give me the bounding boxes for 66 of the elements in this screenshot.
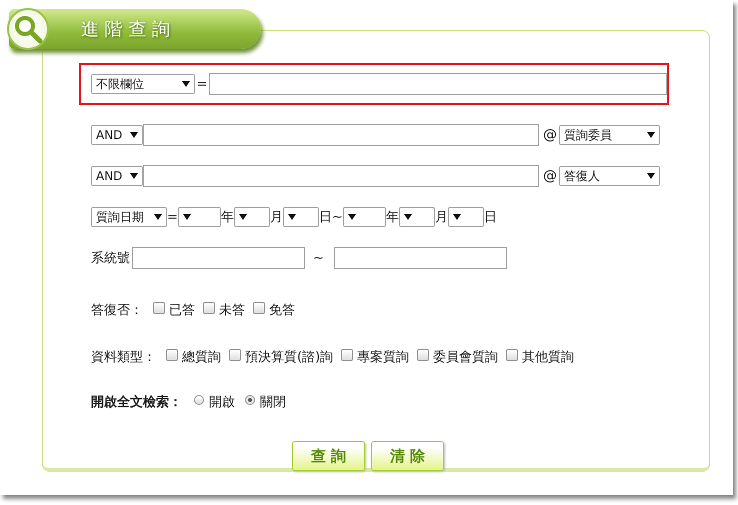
date-dropdown[interactable] — [282, 207, 319, 227]
logic-dropdown[interactable]: AND — [91, 125, 143, 145]
checkbox-label: 委員會質詢 — [433, 349, 498, 366]
equals-sign: = — [167, 210, 178, 224]
caret-icon — [452, 214, 461, 220]
date-dropdown[interactable] — [234, 207, 270, 227]
date-dropdown[interactable] — [398, 207, 435, 227]
search-icon — [13, 14, 43, 44]
checkbox[interactable] — [166, 349, 178, 361]
clear-button[interactable]: 清 除 — [371, 441, 444, 471]
radio-label: 關閉 — [260, 394, 286, 411]
caret-icon — [182, 214, 191, 220]
caret-icon — [348, 214, 356, 220]
checkbox-label: 未答 — [219, 302, 245, 319]
keyword-field[interactable] — [143, 124, 539, 146]
caret-icon — [404, 214, 412, 220]
date-unit: 月 — [434, 209, 448, 226]
logic-dropdown[interactable]: AND — [91, 166, 143, 186]
keyword-field[interactable] — [143, 165, 539, 187]
scope-dropdown[interactable]: 質詢委員 — [559, 125, 660, 145]
checkbox[interactable] — [417, 349, 430, 361]
checkbox-label: 專案質詢 — [357, 349, 410, 366]
checkbox-label: 已答 — [169, 302, 195, 319]
caret-icon — [182, 81, 190, 87]
checkbox[interactable] — [506, 349, 518, 361]
page-title: 進 階 查 詢 — [81, 18, 170, 41]
checkbox-label: 總質詢 — [182, 349, 221, 366]
checkbox[interactable] — [203, 302, 215, 314]
serial-field[interactable] — [132, 247, 305, 269]
checkbox-label: 其他質詢 — [522, 349, 574, 366]
keyword-field[interactable] — [209, 73, 667, 95]
checkbox-label: 免答 — [269, 302, 295, 319]
checkbox[interactable] — [153, 302, 165, 314]
caret-icon — [288, 214, 296, 220]
row-label: 資料類型： — [91, 349, 156, 366]
date-unit: 日~ — [318, 209, 343, 226]
date-dropdown[interactable] — [178, 207, 221, 227]
checkbox[interactable] — [253, 302, 265, 314]
radio-button[interactable] — [245, 395, 255, 405]
date-unit: 日 — [484, 209, 497, 226]
date-unit: 月 — [270, 209, 283, 226]
at-sign: @ — [543, 127, 557, 143]
row-label: 開啟全文檢索： — [91, 394, 182, 411]
row-label: 答復否： — [91, 302, 143, 319]
search-button[interactable]: 查 詢 — [292, 441, 365, 471]
caret-icon — [238, 214, 247, 220]
caret-icon — [154, 214, 162, 220]
scope-dropdown[interactable]: 答復人 — [559, 166, 660, 186]
checkbox[interactable] — [341, 349, 354, 361]
equals-sign: = — [196, 76, 208, 92]
caret-icon — [647, 173, 655, 179]
checkbox[interactable] — [229, 349, 241, 361]
serial-label: 系統號 — [91, 250, 130, 267]
checkbox-label: 預決算質(諮)詢 — [245, 349, 334, 366]
caret-icon — [647, 132, 655, 138]
radio-label: 開啟 — [209, 394, 235, 411]
date-unit: 年 — [386, 209, 399, 226]
field-dropdown[interactable]: 不限欄位 — [91, 74, 194, 94]
range-separator: ~ — [313, 250, 324, 266]
serial-field[interactable] — [334, 247, 507, 269]
date-unit: 年 — [220, 209, 234, 226]
date-type-dropdown[interactable]: 質詢日期 — [91, 207, 167, 227]
date-dropdown[interactable] — [448, 207, 484, 227]
radio-button[interactable] — [194, 395, 204, 405]
date-dropdown[interactable] — [342, 207, 386, 227]
at-sign: @ — [543, 168, 557, 184]
